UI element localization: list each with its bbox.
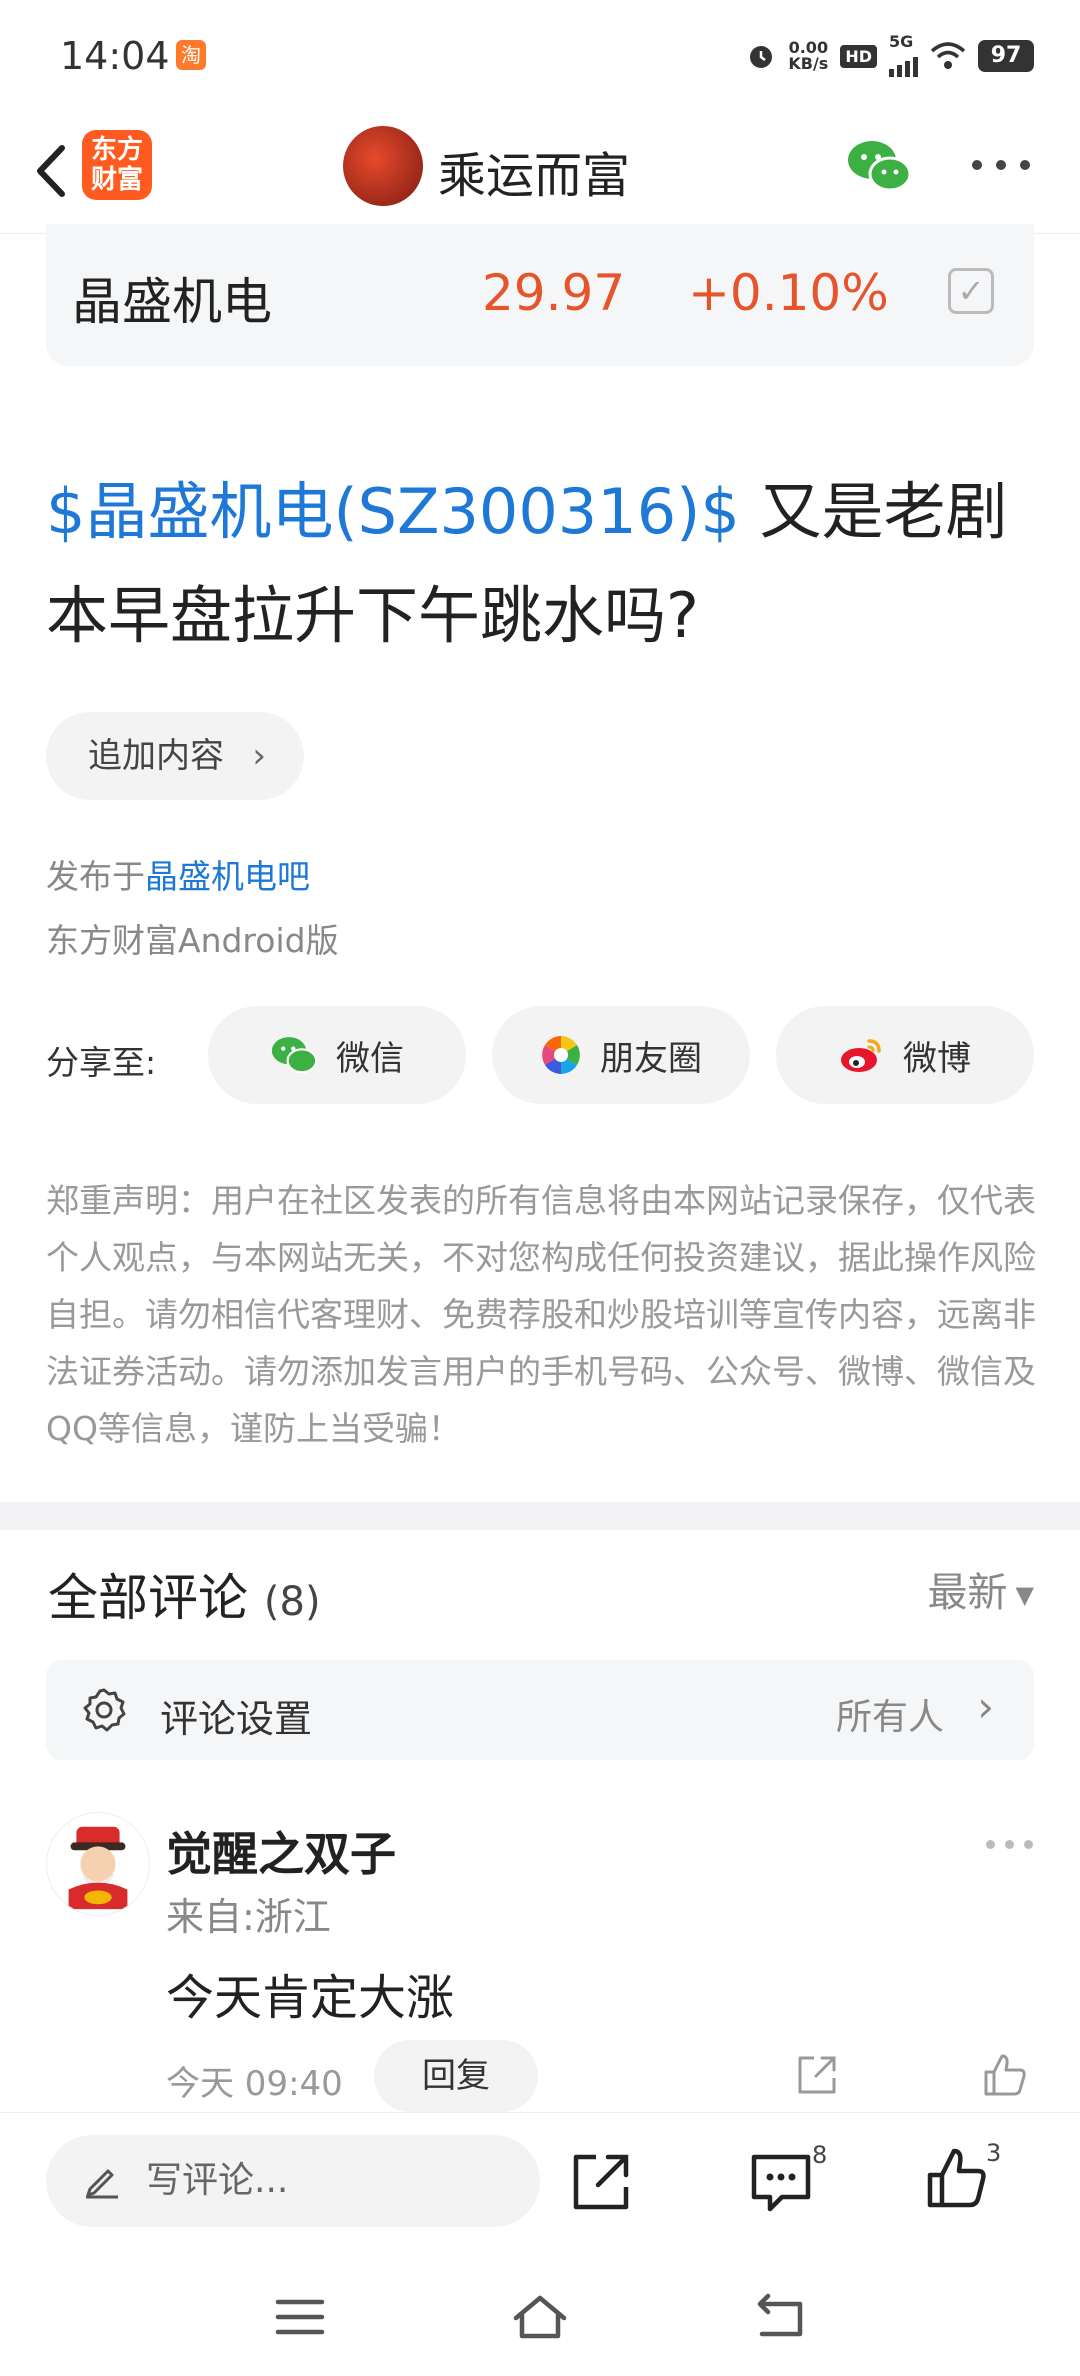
sort-label: 最新 bbox=[927, 1570, 1008, 1616]
comments-title: 全部评论 bbox=[48, 1569, 248, 1627]
share-weibo-button[interactable]: 微博 bbox=[776, 1006, 1034, 1104]
sort-dropdown[interactable]: 最新 ▼ bbox=[928, 1560, 1034, 1618]
net-speed-unit: KB/s bbox=[788, 54, 829, 73]
system-navigation-bar bbox=[0, 2262, 1080, 2376]
like-count-badge: 3 bbox=[986, 2139, 1002, 2167]
comment-icon[interactable] bbox=[748, 2149, 814, 2215]
post-title: $晶盛机电(SZ300316)$ 又是老剧本早盘拉升下午跳水吗? bbox=[46, 460, 1046, 668]
comment-text: 今天肯定大涨 bbox=[166, 1970, 455, 2026]
top-nav-bar: 东方 财富 乘运而富 bbox=[0, 110, 1080, 234]
comment-time: 今天 09:40 bbox=[166, 2064, 343, 2104]
stock-tag-link[interactable]: $晶盛机电(SZ300316)$ bbox=[46, 475, 740, 548]
stock-price: 29.97 bbox=[482, 264, 626, 322]
net-speed: 0.00 KB/s bbox=[788, 40, 828, 72]
menu-icon[interactable] bbox=[270, 2292, 330, 2342]
more-options-icon[interactable] bbox=[972, 160, 1030, 170]
back-icon[interactable] bbox=[750, 2292, 810, 2342]
commenter-location: 来自:浙江 bbox=[166, 1895, 331, 1939]
share-moments-label: 朋友圈 bbox=[600, 1038, 702, 1079]
battery-indicator: 97 bbox=[978, 40, 1034, 72]
comment-like-icon[interactable] bbox=[980, 2050, 1030, 2100]
status-time: 14:04 bbox=[60, 34, 170, 78]
app-logo[interactable]: 东方 财富 bbox=[82, 130, 152, 200]
like-icon[interactable] bbox=[924, 2145, 990, 2211]
weibo-icon bbox=[841, 1039, 881, 1072]
wechat-icon bbox=[271, 1037, 318, 1074]
bar-link[interactable]: 晶盛机电吧 bbox=[145, 857, 310, 896]
write-comment-input[interactable]: 写评论... bbox=[46, 2135, 540, 2227]
section-divider bbox=[0, 1502, 1080, 1530]
add-content-button[interactable]: 追加内容 › bbox=[46, 712, 304, 800]
author-avatar[interactable] bbox=[343, 126, 423, 206]
comments-header: 全部评论 (8) bbox=[48, 1558, 321, 1630]
comment-count-badge: 8 bbox=[812, 2141, 828, 2169]
comment-settings-value: 所有人 bbox=[835, 1697, 944, 1738]
share-wechat-button[interactable]: 微信 bbox=[208, 1006, 466, 1104]
network-type: 5G bbox=[889, 32, 914, 51]
author-name[interactable]: 乘运而富 bbox=[438, 136, 630, 206]
moments-icon bbox=[542, 1036, 580, 1074]
back-arrow-icon[interactable] bbox=[22, 136, 82, 206]
status-bar: 14:04 淘 0.00 KB/s HD 5G 97 bbox=[0, 0, 1080, 110]
add-content-label: 追加内容 bbox=[88, 736, 224, 776]
comment-settings-label: 评论设置 bbox=[160, 1697, 313, 1741]
share-wechat-label: 微信 bbox=[336, 1038, 404, 1079]
app-logo-line1: 东方 bbox=[90, 135, 143, 165]
hd-badge: HD bbox=[840, 44, 877, 68]
stock-name: 晶盛机电 bbox=[72, 273, 272, 331]
stock-change: +0.10% bbox=[688, 264, 889, 322]
write-comment-placeholder: 写评论... bbox=[146, 2160, 289, 2201]
status-icons: 0.00 KB/s HD 5G 97 bbox=[746, 34, 1034, 78]
alarm-icon bbox=[750, 46, 773, 68]
published-prefix: 发布于 bbox=[46, 857, 145, 896]
comments-count: (8) bbox=[263, 1579, 321, 1625]
commenter-avatar[interactable] bbox=[46, 1812, 150, 1916]
commenter-name[interactable]: 觉醒之双子 bbox=[166, 1818, 396, 1884]
chevron-right-icon: › bbox=[977, 1682, 994, 1731]
pencil-icon bbox=[86, 2169, 118, 2199]
comment-more-icon[interactable] bbox=[986, 1840, 1033, 1849]
stock-card[interactable]: 晶盛机电 29.97 +0.10% ✓ bbox=[46, 224, 1034, 366]
comment-share-icon[interactable] bbox=[794, 2052, 840, 2098]
taobao-notification-icon: 淘 bbox=[176, 40, 206, 70]
share-moments-button[interactable]: 朋友圈 bbox=[492, 1006, 750, 1104]
chevron-right-icon: › bbox=[252, 736, 266, 776]
signal-icon: 5G bbox=[889, 32, 918, 77]
gear-icon bbox=[83, 1688, 126, 1732]
share-icon[interactable] bbox=[568, 2149, 634, 2215]
share-weibo-label: 微博 bbox=[903, 1038, 971, 1079]
reply-button[interactable]: 回复 bbox=[374, 2040, 538, 2112]
wechat-icon[interactable] bbox=[846, 138, 912, 194]
watchlist-check-icon[interactable]: ✓ bbox=[948, 268, 994, 314]
bottom-action-bar: 写评论... 8 3 bbox=[0, 2112, 1080, 2262]
app-logo-line2: 财富 bbox=[90, 165, 143, 195]
share-label: 分享至: bbox=[46, 1043, 157, 1082]
published-in: 发布于晶盛机电吧 bbox=[46, 850, 310, 898]
comment-settings-row[interactable]: 评论设置 所有人 › bbox=[46, 1660, 1034, 1760]
home-icon[interactable] bbox=[510, 2292, 570, 2342]
disclaimer-text: 郑重声明：用户在社区发表的所有信息将由本网站记录保存，仅代表个人观点，与本网站无… bbox=[46, 1181, 1036, 1448]
caret-down-icon: ▼ bbox=[1015, 1581, 1034, 1609]
wifi-icon bbox=[930, 42, 966, 69]
post-device: 东方财富Android版 bbox=[46, 921, 339, 960]
